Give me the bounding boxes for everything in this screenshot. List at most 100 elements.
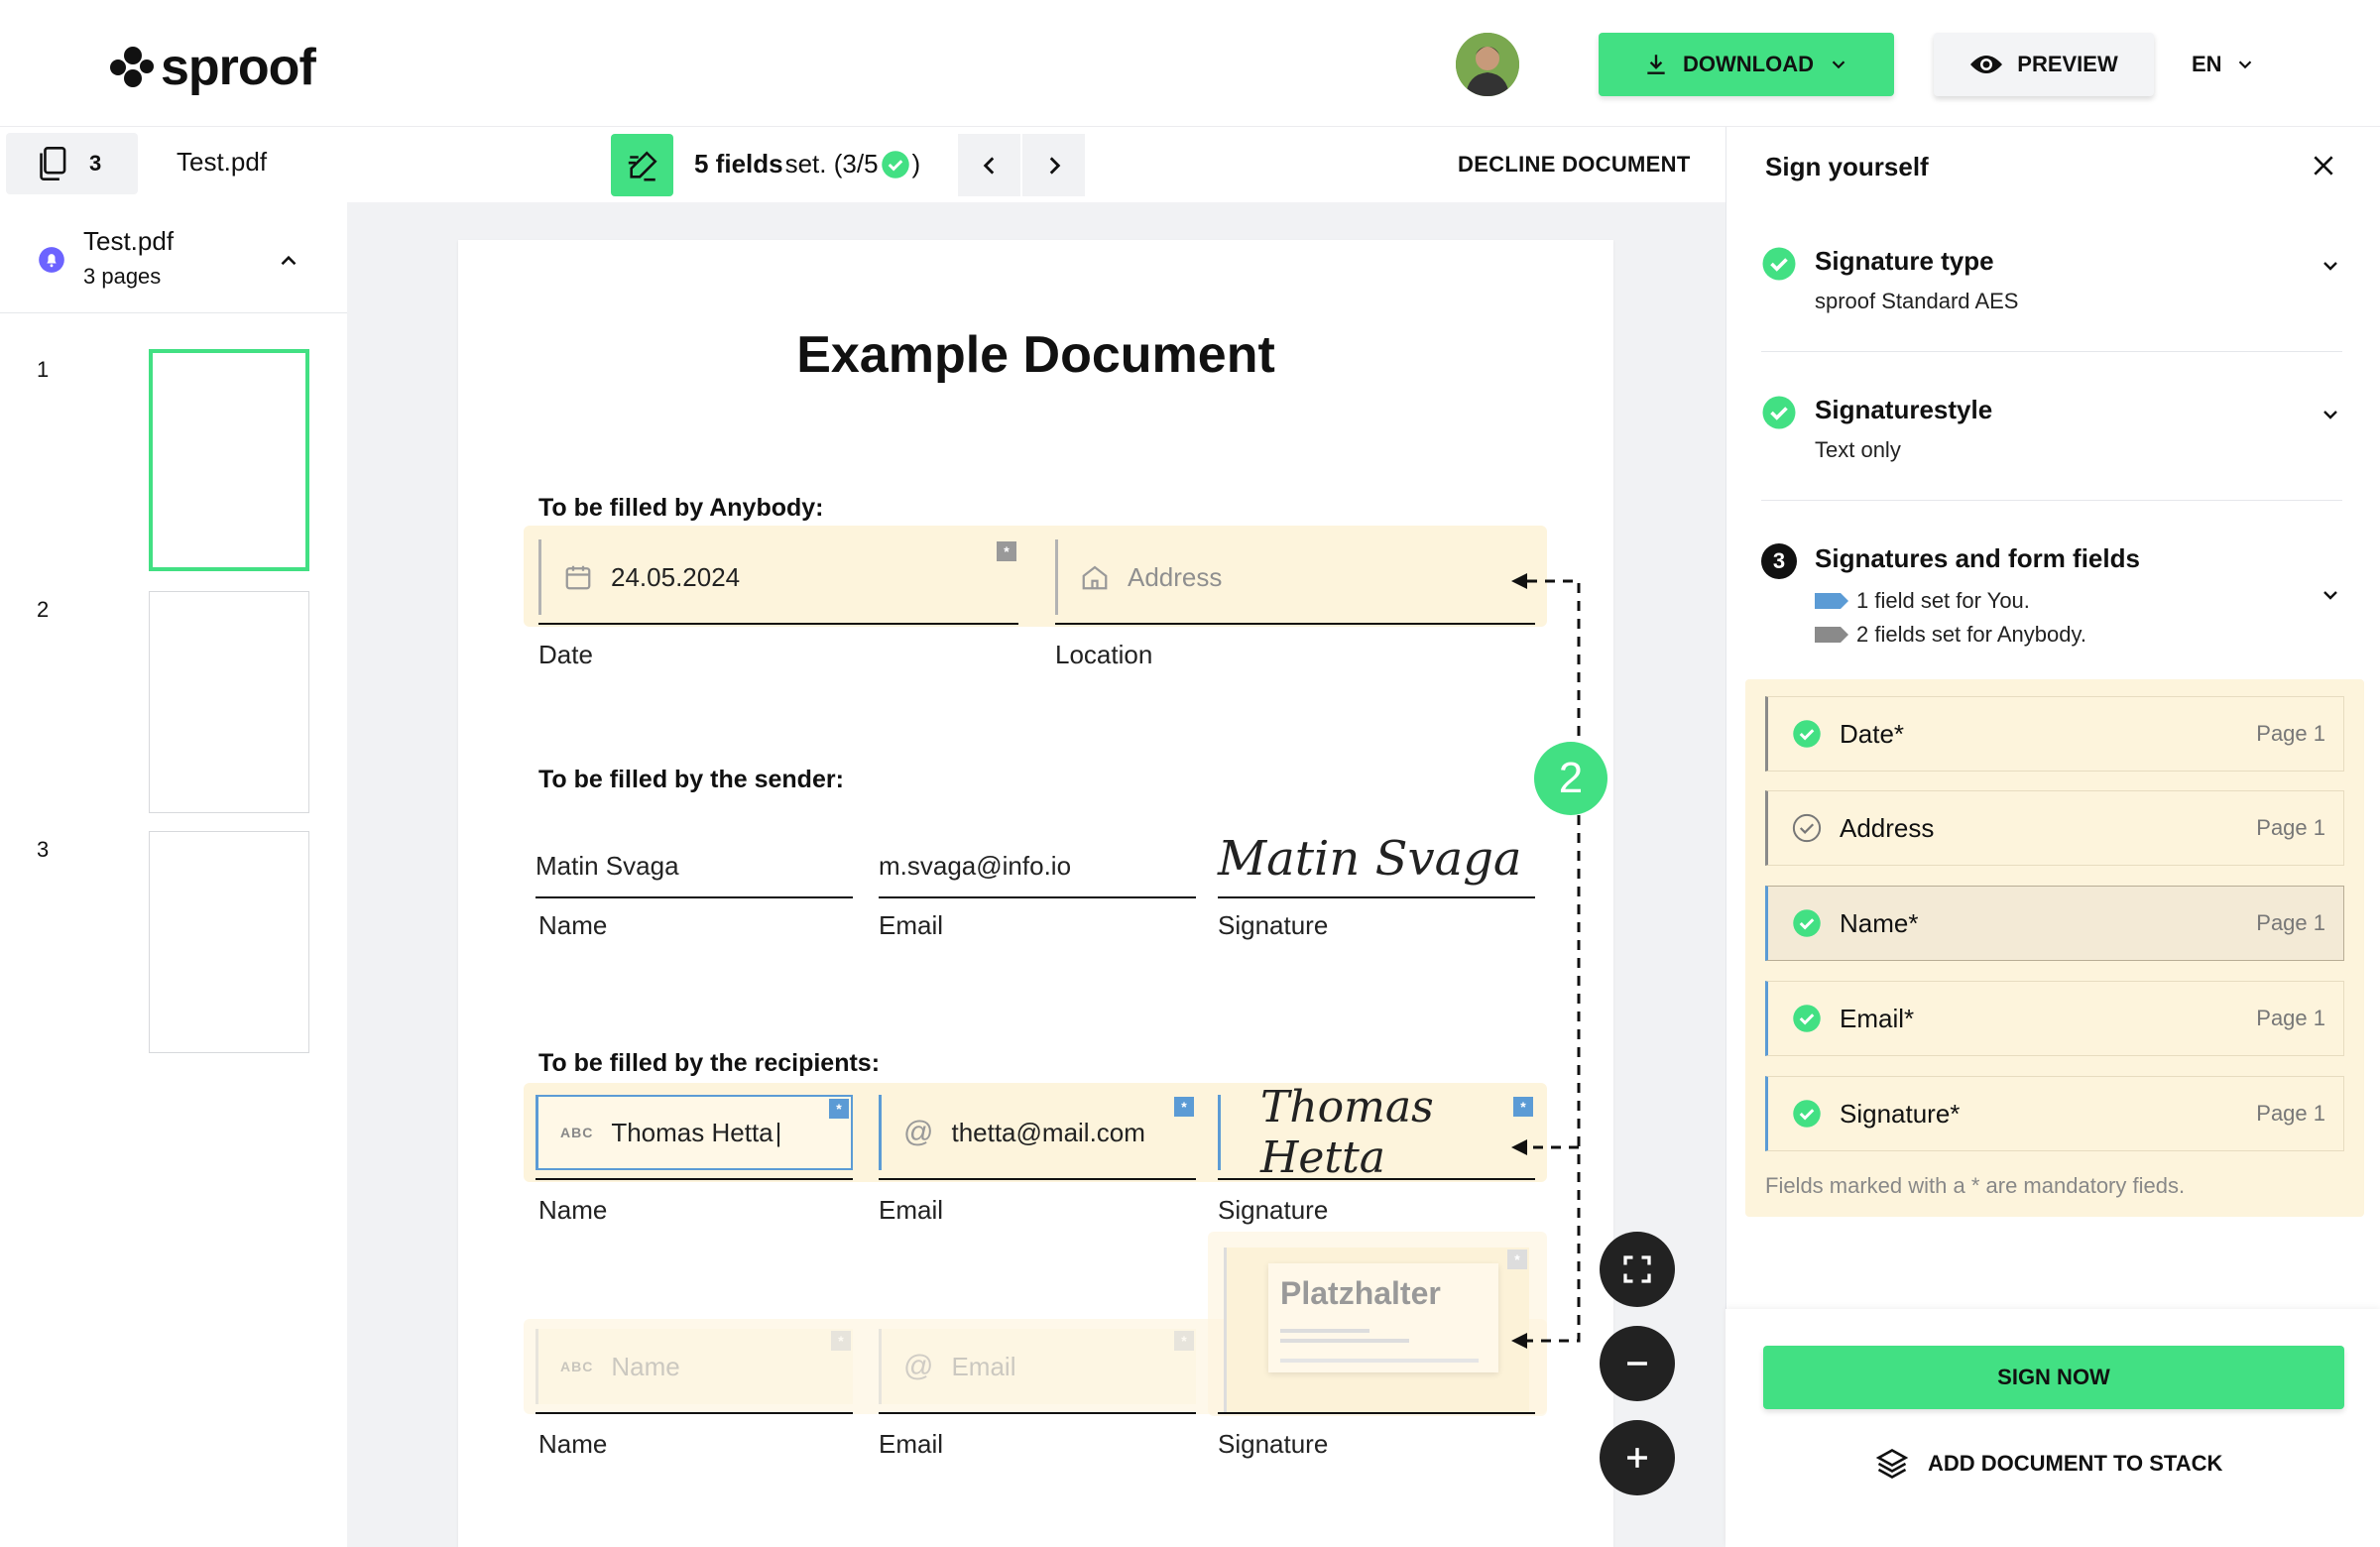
field-connector-lines bbox=[1511, 573, 1581, 1349]
at-sign-icon: @ bbox=[903, 1350, 934, 1382]
calendar-icon bbox=[565, 565, 591, 590]
chevron-up-icon[interactable] bbox=[276, 248, 301, 274]
email-label: Email bbox=[879, 1195, 944, 1225]
placeholder-line bbox=[1280, 1359, 1479, 1363]
check-circle-icon bbox=[1762, 396, 1796, 429]
plus-icon bbox=[1627, 1448, 1647, 1468]
empty-name-field[interactable]: ABC Name * bbox=[536, 1329, 853, 1404]
close-icon[interactable] bbox=[2311, 153, 2336, 178]
name-label: Name bbox=[538, 1195, 608, 1225]
field-underline bbox=[1218, 1412, 1535, 1414]
sign-now-button[interactable]: SIGN NOW bbox=[1763, 1346, 2344, 1409]
date-label: Date bbox=[538, 640, 593, 669]
mandatory-hint: Fields marked with a * are mandatory fie… bbox=[1765, 1173, 2186, 1198]
zoom-in-button[interactable] bbox=[1600, 1420, 1675, 1495]
minus-icon bbox=[1627, 1362, 1647, 1366]
required-marker: * bbox=[831, 1331, 851, 1351]
page-thumbnail-3[interactable] bbox=[149, 831, 309, 1053]
field-list-page: Page 1 bbox=[2256, 910, 2325, 935]
placeholder-signature-field[interactable]: Platzhalter * bbox=[1224, 1248, 1529, 1412]
date-field[interactable]: 24.05.2024 * bbox=[538, 539, 1018, 615]
sender-signature: Matin Svaga bbox=[1218, 831, 1522, 887]
download-label: DOWNLOAD bbox=[1683, 52, 1814, 76]
chevron-right-icon bbox=[1049, 156, 1060, 175]
document-name: Test.pdf bbox=[177, 147, 268, 177]
date-value: 24.05.2024 bbox=[611, 561, 741, 592]
divider bbox=[1761, 500, 2342, 501]
fullscreen-button[interactable] bbox=[1600, 1232, 1675, 1307]
field-underline bbox=[538, 623, 1018, 625]
step-anybody-line: 2 fields set for Anybody. bbox=[1815, 622, 2342, 648]
sender-email-value: m.svaga@info.io bbox=[879, 851, 1072, 881]
documents-count: 3 bbox=[89, 151, 102, 176]
file-header[interactable]: Test.pdf 3 pages bbox=[0, 202, 347, 313]
section-anybody-heading: To be filled by Anybody: bbox=[538, 494, 824, 522]
step-number-badge: 3 bbox=[1761, 543, 1797, 579]
file-name: Test.pdf bbox=[83, 226, 175, 256]
page-number: 3 bbox=[37, 837, 50, 862]
check-circle-outline-icon bbox=[1792, 813, 1822, 843]
documents-counter-button[interactable]: 3 bbox=[6, 133, 138, 194]
brand-name: sproof bbox=[161, 39, 316, 96]
gray-tag-icon bbox=[1815, 627, 1848, 643]
add-to-stack-button[interactable]: ADD DOCUMENT TO STACK bbox=[1874, 1446, 2222, 1482]
zoom-out-button[interactable] bbox=[1600, 1326, 1675, 1401]
field-list-item-date[interactable]: Date* Page 1 bbox=[1765, 696, 2344, 772]
field-list-label: Address bbox=[1840, 812, 1935, 843]
notification-bell-icon bbox=[39, 247, 64, 273]
field-underline bbox=[536, 1412, 853, 1414]
fields-tool-button[interactable] bbox=[611, 134, 673, 196]
step-signature-type[interactable]: Signature type sproof Standard AES bbox=[1761, 246, 2342, 314]
step-value: sproof Standard AES bbox=[1815, 289, 2019, 313]
placeholder-line bbox=[1280, 1339, 1409, 1343]
step-value: Text only bbox=[1815, 437, 1901, 462]
recipient-signature-field[interactable]: Thomas Hetta * bbox=[1218, 1082, 1535, 1183]
anybody-fields-text: 2 fields set for Anybody. bbox=[1856, 622, 2086, 647]
sender-name-value: Matin Svaga bbox=[536, 851, 679, 881]
download-button[interactable]: DOWNLOAD bbox=[1599, 33, 1894, 96]
email-label: Email bbox=[879, 1429, 944, 1459]
signature-label: Signature bbox=[1218, 1195, 1329, 1225]
field-list-item-signature[interactable]: Signature* Page 1 bbox=[1765, 1076, 2344, 1151]
field-list-label: Signature* bbox=[1840, 1098, 1961, 1129]
layers-icon bbox=[1875, 1448, 1909, 1480]
fields-progress: set. (3/5 bbox=[784, 149, 879, 178]
recipient-email-field[interactable]: @ thetta@mail.com * bbox=[879, 1095, 1196, 1170]
language-label: EN bbox=[2192, 52, 2222, 76]
field-underline bbox=[879, 896, 1196, 898]
field-list-item-name[interactable]: Name* Page 1 bbox=[1765, 886, 2344, 961]
next-field-button[interactable] bbox=[1022, 134, 1085, 196]
empty-email-field[interactable]: @ Email * bbox=[879, 1329, 1196, 1404]
language-selector[interactable]: EN bbox=[2192, 33, 2256, 96]
preview-button[interactable]: PREVIEW bbox=[1934, 33, 2154, 96]
check-circle-icon bbox=[881, 150, 909, 178]
field-list-page: Page 1 bbox=[2256, 721, 2325, 746]
step-you-line: 1 field set for You. bbox=[1815, 588, 2342, 614]
blue-tag-icon bbox=[1815, 593, 1848, 609]
step-signatures-and-fields[interactable]: 3 Signatures and form fields 1 field set… bbox=[1761, 543, 2342, 648]
user-avatar[interactable] bbox=[1456, 33, 1519, 96]
address-field[interactable]: Address bbox=[1055, 539, 1535, 615]
decline-document-button[interactable]: DECLINE DOCUMENT bbox=[1458, 152, 1691, 178]
field-list-item-email[interactable]: Email* Page 1 bbox=[1765, 981, 2344, 1056]
sproof-logo[interactable]: sproof bbox=[109, 38, 316, 97]
chevron-down-icon bbox=[2323, 411, 2337, 419]
field-list-page: Page 1 bbox=[2256, 815, 2325, 840]
page-thumbnail-1[interactable] bbox=[149, 349, 309, 571]
recipient-signature: Thomas Hetta bbox=[1260, 1082, 1434, 1183]
recipient-name-field[interactable]: ABC Thomas Hetta | * bbox=[536, 1095, 853, 1170]
chevron-down-icon bbox=[2323, 262, 2337, 271]
chevron-down-icon bbox=[2238, 60, 2251, 69]
previous-field-button[interactable] bbox=[958, 134, 1020, 196]
download-icon bbox=[1647, 55, 1665, 74]
check-circle-icon bbox=[1793, 720, 1821, 748]
eye-icon bbox=[1970, 56, 2003, 73]
step-signature-style[interactable]: Signaturestyle Text only bbox=[1761, 395, 2342, 463]
field-list-item-address[interactable]: Address Page 1 bbox=[1765, 790, 2344, 866]
field-list-label: Date* bbox=[1840, 718, 1905, 749]
required-marker: * bbox=[1174, 1097, 1194, 1117]
field-list-label: Name* bbox=[1840, 907, 1919, 938]
preview-label: PREVIEW bbox=[2017, 52, 2118, 76]
add-to-stack-label: ADD DOCUMENT TO STACK bbox=[1928, 1451, 2223, 1476]
page-thumbnail-2[interactable] bbox=[149, 591, 309, 813]
